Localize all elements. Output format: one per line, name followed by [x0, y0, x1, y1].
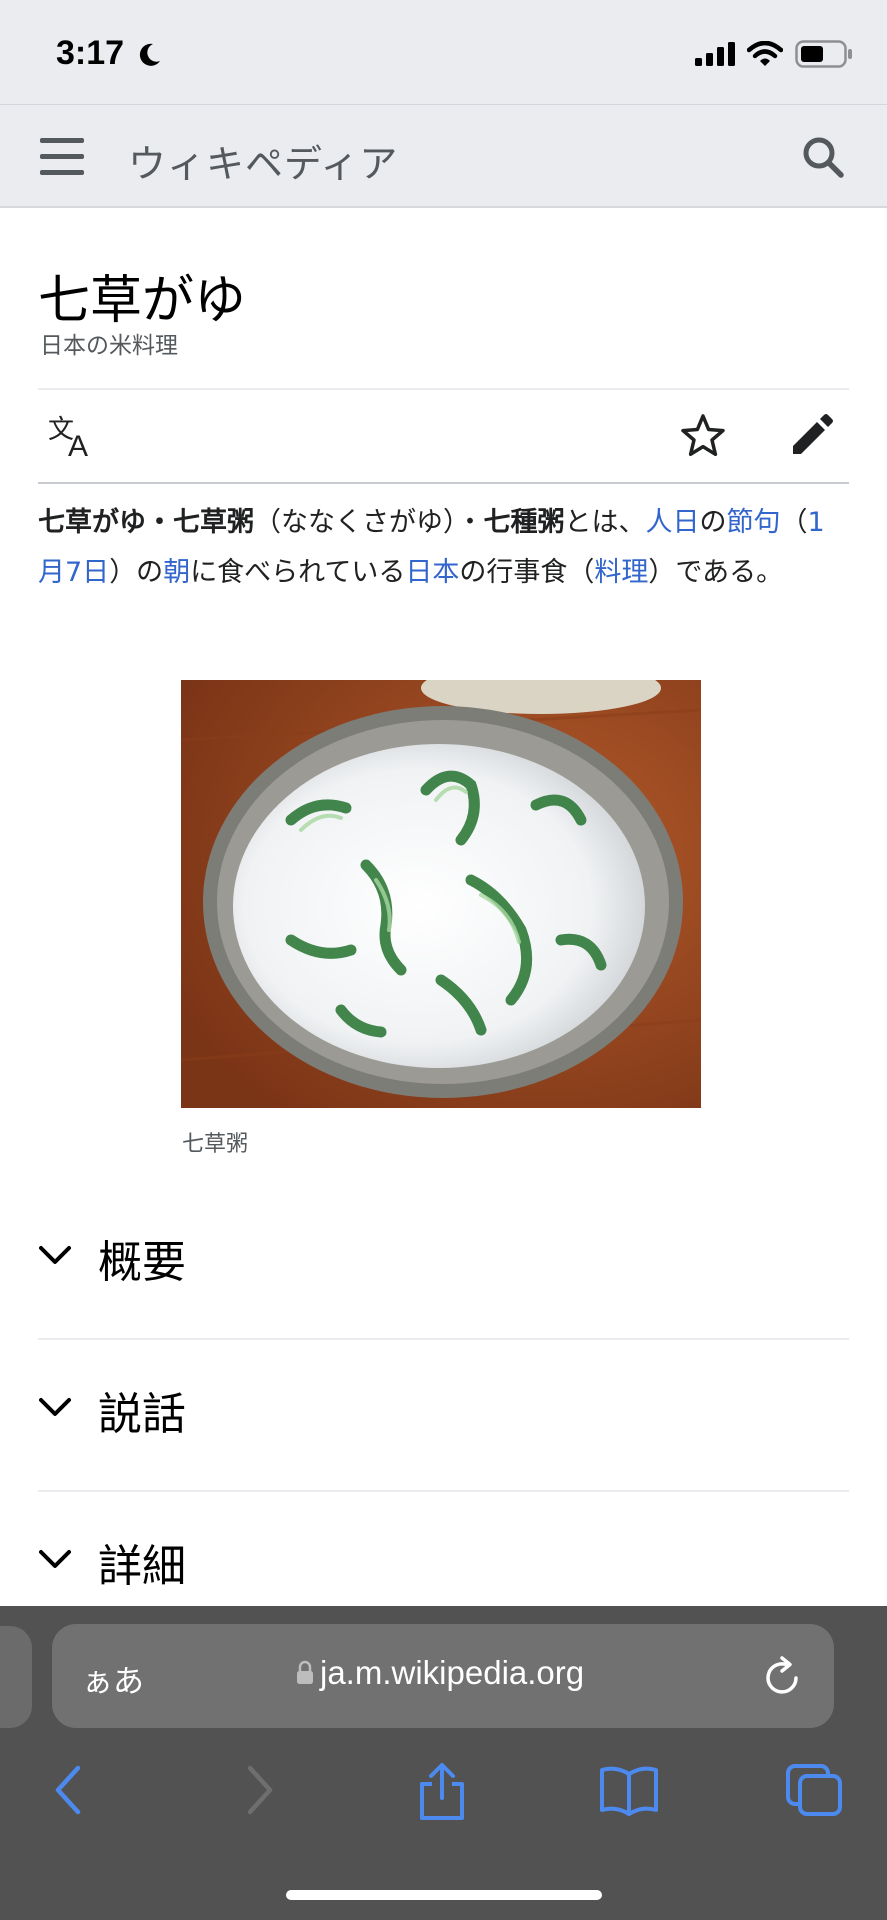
lead-text: とは、: [564, 507, 646, 538]
search-icon: [803, 137, 844, 178]
chevron-down-icon: [38, 1244, 72, 1270]
lock-icon: [296, 1660, 314, 1690]
back-chevron-icon: [55, 1765, 81, 1815]
browser-bottom-bar: ぁあ ja.m.wikipedia.org: [0, 1606, 887, 1920]
forward-chevron-icon: [247, 1765, 273, 1815]
bold-term: 七草がゆ・七草粥: [38, 507, 254, 538]
forward-button[interactable]: [242, 1762, 278, 1822]
wikipedia-wordmark[interactable]: ウィキペディア: [128, 133, 398, 188]
article-link[interactable]: 日本: [405, 557, 459, 588]
lead-text: （ななくさがゆ）・: [254, 507, 484, 538]
page-actions-bar: 文 A: [38, 388, 849, 484]
main-menu-button[interactable]: [40, 138, 86, 178]
address-bar[interactable]: ぁあ ja.m.wikipedia.org: [52, 1624, 834, 1728]
lead-text: （: [780, 507, 808, 538]
article-link[interactable]: 節句: [727, 507, 781, 538]
menu-icon-line: [40, 154, 84, 159]
section-heading: 詳細: [98, 1541, 186, 1592]
bold-term: 七種粥: [483, 507, 565, 538]
translate-icon: 文 A: [48, 415, 88, 463]
nanakusa-gayu-photo: [181, 680, 701, 1108]
lead-text: ）である。: [648, 557, 784, 588]
reload-button[interactable]: [760, 1652, 804, 1704]
bookmarks-button[interactable]: [598, 1762, 660, 1822]
tabs-button[interactable]: [784, 1762, 844, 1822]
url-text: ja.m.wikipedia.org: [320, 1654, 585, 1691]
lead-text: ）の: [109, 557, 164, 588]
pencil-icon: [793, 414, 833, 454]
edit-button[interactable]: [787, 412, 835, 464]
tabs-icon: [786, 1764, 842, 1816]
svg-text:A: A: [68, 430, 88, 458]
lead-paragraph: 七草がゆ・七草粥（ななくさがゆ）・七種粥とは、人日の節句（1月7日）の朝に食べら…: [38, 498, 849, 598]
search-button[interactable]: [801, 135, 845, 183]
section-heading: 説話: [98, 1389, 186, 1440]
menu-icon-line: [40, 170, 84, 175]
chevron-down-icon: [38, 1548, 72, 1574]
star-icon: [681, 414, 725, 457]
lead-text: に食べられている: [190, 557, 406, 588]
article-image[interactable]: [181, 680, 701, 1108]
back-button[interactable]: [50, 1762, 86, 1822]
book-icon: [600, 1766, 658, 1816]
browser-toolbar: [0, 1756, 887, 1836]
chevron-down-icon: [38, 1396, 72, 1422]
cellular-signal-icon: [695, 42, 735, 70]
home-indicator: [286, 1890, 602, 1900]
lead-text: の: [699, 507, 727, 538]
wifi-icon: [746, 40, 784, 71]
menu-icon-line: [40, 138, 84, 143]
page-description: 日本の米料理: [40, 333, 178, 359]
language-button[interactable]: 文 A: [48, 414, 96, 463]
page-title: 七草がゆ: [38, 271, 247, 331]
wikipedia-header: ウィキペディア: [0, 104, 887, 208]
lead-text: の行事食（: [459, 557, 595, 588]
status-time: 3:17: [56, 34, 125, 72]
share-button[interactable]: [416, 1762, 468, 1826]
article-link[interactable]: 料理: [594, 557, 648, 588]
battery-icon: [795, 40, 853, 72]
article-link[interactable]: 人日: [646, 507, 700, 538]
previous-tab-peek[interactable]: [0, 1626, 32, 1728]
section-legend[interactable]: 説話: [38, 1340, 849, 1492]
article-link[interactable]: 朝: [163, 557, 190, 588]
text-size-button[interactable]: ぁあ: [82, 1656, 144, 1701]
image-caption: 七草粥: [182, 1132, 249, 1157]
reload-icon: [766, 1656, 798, 1694]
section-overview[interactable]: 概要: [38, 1188, 849, 1340]
share-icon: [420, 1763, 464, 1820]
watch-button[interactable]: [679, 412, 727, 464]
status-bar: 3:17: [0, 0, 887, 104]
section-heading: 概要: [98, 1237, 186, 1288]
moon-icon: [136, 42, 162, 72]
